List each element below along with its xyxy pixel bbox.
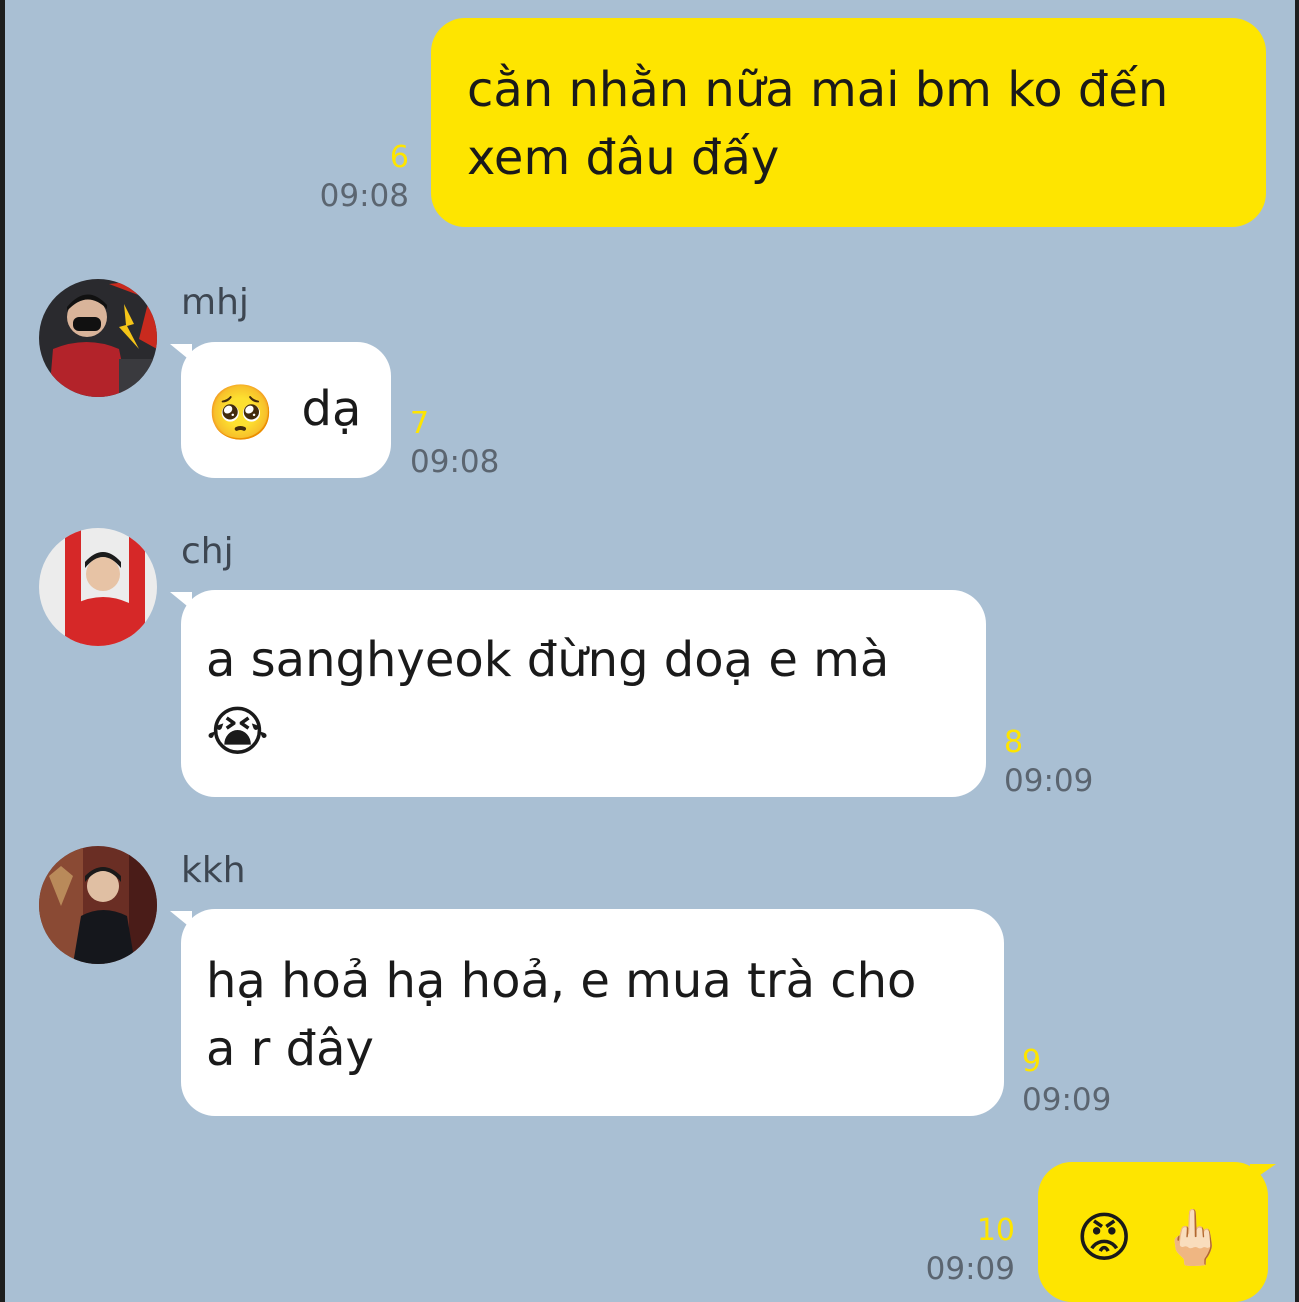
- sender-name: chj: [181, 531, 234, 572]
- message-meta: 6 09:08: [320, 140, 409, 216]
- loudly-crying-face-emoji: 😭: [206, 700, 270, 763]
- message-text-line: cằn nhằn nữa mai bm ko đến: [467, 62, 1169, 118]
- message-time: 09:09: [925, 1251, 1015, 1287]
- hand-gesture-emoji: 🖕🏻: [1159, 1206, 1227, 1269]
- unread-count: 7: [410, 406, 430, 441]
- sender-name: kkh: [181, 850, 246, 891]
- message-meta: 7 09:08: [410, 406, 499, 482]
- message-text-line: xem đâu đấy: [467, 130, 780, 186]
- message-text-line: hạ hoả hạ hoả, e mua trà cho: [206, 953, 917, 1009]
- their-message-bubble[interactable]: a sanghyeok đừng doạ e mà 😭: [181, 590, 986, 797]
- message-time: 09:09: [1022, 1082, 1112, 1118]
- unread-count: 9: [1022, 1044, 1042, 1079]
- unread-count: 8: [1004, 725, 1024, 760]
- message-meta: 10 09:09: [926, 1213, 1015, 1289]
- sender-name: mhj: [181, 282, 249, 323]
- my-message-bubble[interactable]: 😡 🖕🏻: [1038, 1162, 1268, 1302]
- unread-count: 10: [976, 1213, 1015, 1248]
- unread-count: 6: [389, 140, 409, 175]
- avatar[interactable]: [39, 279, 157, 397]
- their-message-bubble[interactable]: 🥺 dạ: [181, 342, 391, 478]
- avatar[interactable]: [39, 846, 157, 964]
- message-time: 09:08: [319, 178, 409, 214]
- message-time: 09:08: [410, 444, 500, 480]
- my-message-bubble[interactable]: cằn nhằn nữa mai bm ko đến xem đâu đấy: [431, 18, 1266, 227]
- screen-edge-left: [0, 0, 5, 1302]
- pleading-face-emoji: 🥺: [207, 381, 275, 444]
- angry-face-emoji: 😡: [1076, 1206, 1133, 1269]
- screen-edge-right: [1295, 0, 1299, 1302]
- message-text: dạ: [301, 381, 362, 437]
- message-time: 09:09: [1004, 763, 1094, 799]
- their-message-bubble[interactable]: hạ hoả hạ hoả, e mua trà cho a r đây: [181, 909, 1004, 1116]
- message-text-line: a sanghyeok đừng doạ e mà: [206, 632, 890, 688]
- message-meta: 9 09:09: [1022, 1044, 1111, 1120]
- message-meta: 8 09:09: [1004, 725, 1093, 801]
- message-text-line: a r đây: [206, 1021, 374, 1077]
- avatar[interactable]: [39, 528, 157, 646]
